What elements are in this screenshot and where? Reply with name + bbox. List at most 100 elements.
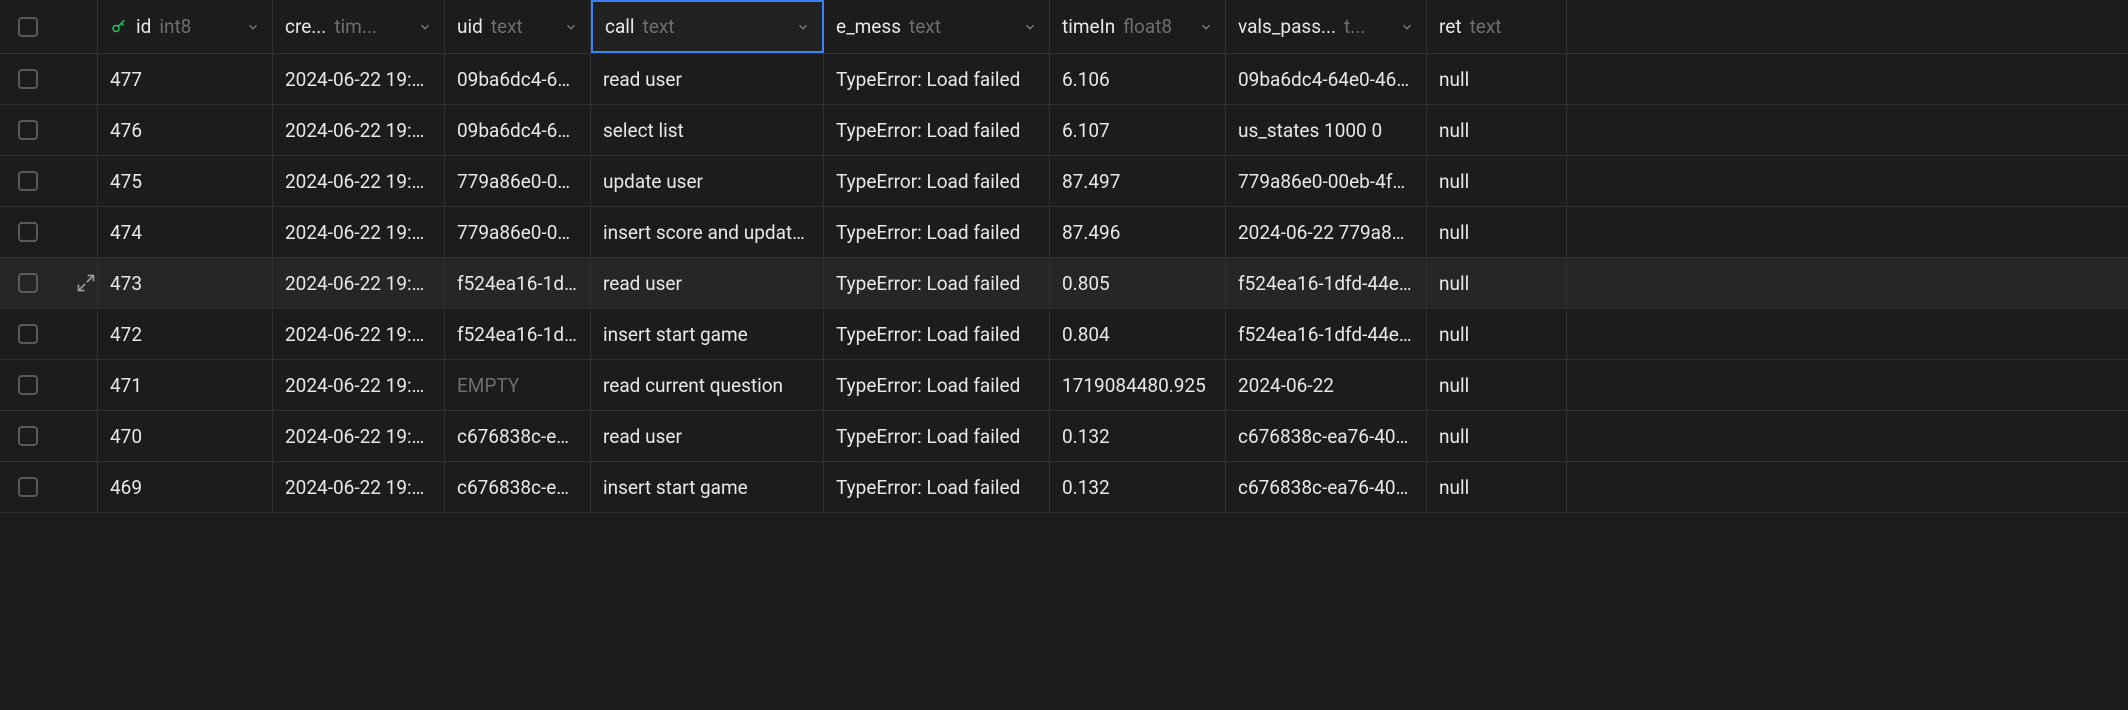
- table-row[interactable]: 4722024-06-22 19:48:f524ea16-1dfd-4inser…: [0, 309, 2128, 360]
- chevron-down-icon[interactable]: [796, 20, 810, 34]
- table-row[interactable]: 4692024-06-22 19:28:c676838c-ea76-insert…: [0, 462, 2128, 513]
- cell-call[interactable]: update user: [591, 156, 824, 206]
- cell-emess[interactable]: TypeError: Load failed: [824, 411, 1050, 461]
- cell-call[interactable]: select list: [591, 105, 824, 155]
- column-header-uid[interactable]: uid text: [445, 0, 591, 53]
- cell-id[interactable]: 472: [98, 309, 273, 359]
- cell-timein[interactable]: 6.106: [1050, 54, 1226, 104]
- cell-created[interactable]: 2024-06-22 19:28:: [273, 360, 445, 410]
- cell-emess[interactable]: TypeError: Load failed: [824, 105, 1050, 155]
- cell-id[interactable]: 470: [98, 411, 273, 461]
- cell-timein[interactable]: 0.132: [1050, 462, 1226, 512]
- cell-created[interactable]: 2024-06-22 19:54:: [273, 207, 445, 257]
- column-header-created[interactable]: cre... tim...: [273, 0, 445, 53]
- cell-vals[interactable]: c676838c-ea76-4093-: [1226, 462, 1427, 512]
- select-all-checkbox[interactable]: [18, 17, 38, 37]
- cell-call[interactable]: insert score and update p: [591, 207, 824, 257]
- table-row[interactable]: 4742024-06-22 19:54:779a86e0-00ebinsert …: [0, 207, 2128, 258]
- row-checkbox[interactable]: [18, 426, 38, 446]
- table-row[interactable]: 4772024-06-22 19:54:09ba6dc4-64e0read us…: [0, 54, 2128, 105]
- table-row[interactable]: 4732024-06-22 19:48:f524ea16-1dfd-4read …: [0, 258, 2128, 309]
- column-header-id[interactable]: id int8: [98, 0, 273, 53]
- cell-emess[interactable]: TypeError: Load failed: [824, 207, 1050, 257]
- cell-ret[interactable]: null: [1427, 309, 1567, 359]
- cell-uid[interactable]: 779a86e0-00eb: [445, 207, 591, 257]
- cell-timein[interactable]: 0.805: [1050, 258, 1226, 308]
- row-checkbox[interactable]: [18, 324, 38, 344]
- cell-vals[interactable]: 779a86e0-00eb-4fa8-: [1226, 156, 1427, 206]
- cell-created[interactable]: 2024-06-22 19:28:: [273, 462, 445, 512]
- chevron-down-icon[interactable]: [246, 20, 260, 34]
- cell-vals[interactable]: us_states 1000 0: [1226, 105, 1427, 155]
- cell-id[interactable]: 477: [98, 54, 273, 104]
- chevron-down-icon[interactable]: [1199, 20, 1213, 34]
- cell-created[interactable]: 2024-06-22 19:48:: [273, 309, 445, 359]
- cell-timein[interactable]: 0.804: [1050, 309, 1226, 359]
- cell-created[interactable]: 2024-06-22 19:54:: [273, 156, 445, 206]
- column-header-vals[interactable]: vals_pass... t...: [1226, 0, 1427, 53]
- row-checkbox[interactable]: [18, 477, 38, 497]
- cell-id[interactable]: 476: [98, 105, 273, 155]
- expand-icon[interactable]: [76, 273, 96, 293]
- cell-uid[interactable]: 09ba6dc4-64e0: [445, 54, 591, 104]
- cell-timein[interactable]: 87.497: [1050, 156, 1226, 206]
- cell-vals[interactable]: f524ea16-1dfd-44e5-a: [1226, 258, 1427, 308]
- cell-ret[interactable]: null: [1427, 462, 1567, 512]
- cell-call[interactable]: read user: [591, 54, 824, 104]
- cell-uid[interactable]: f524ea16-1dfd-4: [445, 309, 591, 359]
- cell-ret[interactable]: null: [1427, 105, 1567, 155]
- row-checkbox[interactable]: [18, 375, 38, 395]
- row-checkbox[interactable]: [18, 171, 38, 191]
- cell-uid[interactable]: f524ea16-1dfd-4: [445, 258, 591, 308]
- cell-vals[interactable]: 2024-06-22 779a86e0: [1226, 207, 1427, 257]
- cell-ret[interactable]: null: [1427, 207, 1567, 257]
- cell-ret[interactable]: null: [1427, 258, 1567, 308]
- cell-vals[interactable]: c676838c-ea76-4093-: [1226, 411, 1427, 461]
- chevron-down-icon[interactable]: [1023, 20, 1037, 34]
- cell-ret[interactable]: null: [1427, 156, 1567, 206]
- cell-vals[interactable]: f524ea16-1dfd-44e5-a: [1226, 309, 1427, 359]
- row-checkbox[interactable]: [18, 120, 38, 140]
- cell-id[interactable]: 471: [98, 360, 273, 410]
- column-header-ret[interactable]: ret text: [1427, 0, 1567, 53]
- cell-call[interactable]: insert start game: [591, 309, 824, 359]
- cell-created[interactable]: 2024-06-22 19:48:: [273, 258, 445, 308]
- cell-ret[interactable]: null: [1427, 360, 1567, 410]
- cell-uid[interactable]: 09ba6dc4-64e0: [445, 105, 591, 155]
- cell-uid[interactable]: c676838c-ea76-: [445, 411, 591, 461]
- cell-call[interactable]: insert start game: [591, 462, 824, 512]
- cell-emess[interactable]: TypeError: Load failed: [824, 258, 1050, 308]
- cell-id[interactable]: 469: [98, 462, 273, 512]
- chevron-down-icon[interactable]: [1400, 20, 1414, 34]
- cell-ret[interactable]: null: [1427, 54, 1567, 104]
- cell-emess[interactable]: TypeError: Load failed: [824, 309, 1050, 359]
- cell-emess[interactable]: TypeError: Load failed: [824, 360, 1050, 410]
- cell-timein[interactable]: 6.107: [1050, 105, 1226, 155]
- cell-call[interactable]: read user: [591, 411, 824, 461]
- cell-ret[interactable]: null: [1427, 411, 1567, 461]
- cell-id[interactable]: 475: [98, 156, 273, 206]
- table-row[interactable]: 4712024-06-22 19:28:EMPTYread current qu…: [0, 360, 2128, 411]
- table-row[interactable]: 4752024-06-22 19:54:779a86e0-00ebupdate …: [0, 156, 2128, 207]
- cell-id[interactable]: 474: [98, 207, 273, 257]
- cell-created[interactable]: 2024-06-22 19:54:: [273, 54, 445, 104]
- table-row[interactable]: 4702024-06-22 19:28:c676838c-ea76-read u…: [0, 411, 2128, 462]
- cell-id[interactable]: 473: [98, 258, 273, 308]
- chevron-down-icon[interactable]: [418, 20, 432, 34]
- cell-uid[interactable]: EMPTY: [445, 360, 591, 410]
- chevron-down-icon[interactable]: [564, 20, 578, 34]
- cell-call[interactable]: read user: [591, 258, 824, 308]
- cell-vals[interactable]: 2024-06-22: [1226, 360, 1427, 410]
- cell-created[interactable]: 2024-06-22 19:28:: [273, 411, 445, 461]
- cell-emess[interactable]: TypeError: Load failed: [824, 54, 1050, 104]
- column-header-call[interactable]: call text: [591, 0, 824, 53]
- column-header-emess[interactable]: e_mess text: [824, 0, 1050, 53]
- cell-vals[interactable]: 09ba6dc4-64e0-4648: [1226, 54, 1427, 104]
- cell-emess[interactable]: TypeError: Load failed: [824, 462, 1050, 512]
- table-row[interactable]: 4762024-06-22 19:54:09ba6dc4-64e0select …: [0, 105, 2128, 156]
- cell-uid[interactable]: 779a86e0-00eb: [445, 156, 591, 206]
- cell-call[interactable]: read current question: [591, 360, 824, 410]
- row-checkbox[interactable]: [18, 273, 38, 293]
- cell-timein[interactable]: 87.496: [1050, 207, 1226, 257]
- row-checkbox[interactable]: [18, 222, 38, 242]
